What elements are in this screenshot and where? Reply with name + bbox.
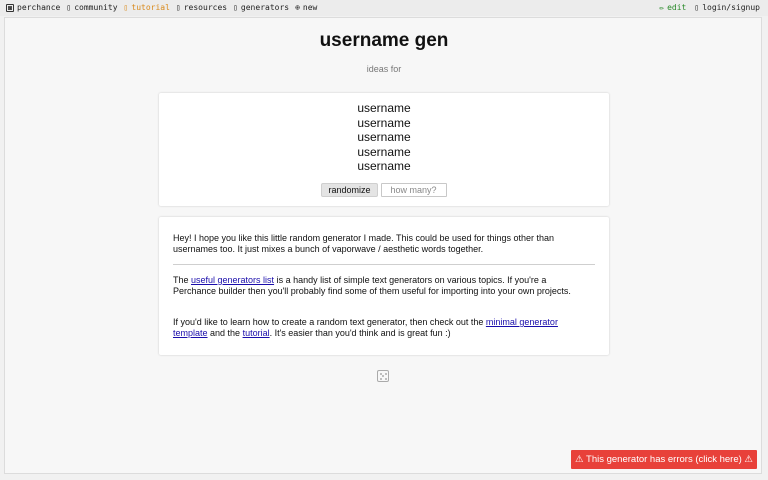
nav-left: perchance ▯ community ▯ tutorial ▯ resou… — [6, 0, 317, 16]
nav-edit-link[interactable]: ✏ edit — [659, 0, 686, 16]
toolbox-icon: ▯ — [175, 3, 181, 12]
how-many-input[interactable]: how many? — [380, 183, 447, 197]
page-subtitle: ideas for — [366, 64, 402, 74]
randomize-button[interactable]: randomize — [321, 183, 378, 197]
divider — [173, 264, 595, 265]
p3-text-start: If you'd like to learn how to create a r… — [173, 317, 486, 327]
tutorial-paragraph: If you'd like to learn how to create a r… — [173, 317, 583, 338]
page-title: username gen — [319, 30, 449, 51]
dice-icon — [6, 4, 14, 12]
p3-text-mid: and the — [207, 327, 243, 338]
intro-paragraph: Hey! I hope you like this little random … — [173, 233, 555, 254]
generator-controls: randomize how many? — [159, 183, 609, 197]
output-line: username — [357, 144, 411, 159]
nav-resources-link[interactable]: ▯ resources — [176, 0, 227, 16]
generator-card: username username username username user… — [159, 93, 609, 206]
dice-icon — [377, 370, 389, 382]
plus-circle-icon: ⊕ — [295, 3, 300, 12]
p3-text-end: . It's easier than you'd think and is gr… — [269, 327, 451, 338]
output-line: username — [357, 159, 411, 173]
pencil-icon: ✏ — [659, 3, 665, 12]
nav-brand-label: perchance — [17, 3, 61, 12]
output-line: username — [357, 101, 411, 115]
list-icon: ▯ — [233, 3, 238, 12]
nav-generators-label: generators — [240, 3, 290, 12]
output-line: username — [357, 130, 411, 144]
nav-tutorial-label: tutorial — [131, 3, 170, 12]
info-card: Hey! I hope you like this little random … — [159, 217, 609, 355]
nav-community-label: community — [74, 3, 118, 12]
nav-edit-label: edit — [667, 3, 687, 12]
nav-right: ✏ edit ▯ login/signup — [659, 0, 760, 16]
nav-brand-link[interactable]: perchance — [6, 0, 60, 16]
generator-output: username username username username user… — [159, 101, 609, 174]
useful-generators-paragraph: The useful generators list is a handy li… — [173, 275, 583, 296]
book-icon: ▯ — [123, 3, 129, 12]
p2-text-start: The — [173, 275, 192, 285]
nav-login-link[interactable]: ▯ login/signup — [694, 0, 760, 16]
nav-community-link[interactable]: ▯ community — [66, 0, 117, 16]
generator-errors-button[interactable]: ⚠ This generator has errors (click here)… — [571, 450, 757, 469]
output-line: username — [357, 115, 411, 130]
tutorial-link[interactable]: tutorial — [243, 328, 270, 338]
useful-generators-link[interactable]: useful generators list — [191, 275, 274, 285]
nav-new-link[interactable]: ⊕ new — [295, 0, 317, 16]
chat-icon: ▯ — [66, 3, 72, 12]
user-icon: ▯ — [694, 3, 700, 12]
nav-login-label: login/signup — [702, 3, 760, 12]
nav-generators-link[interactable]: ▯ generators — [233, 0, 289, 16]
top-navigation-bar: perchance ▯ community ▯ tutorial ▯ resou… — [0, 0, 768, 16]
nav-tutorial-link[interactable]: ▯ tutorial — [124, 0, 170, 16]
nav-new-label: new — [302, 3, 318, 12]
nav-resources-label: resources — [183, 3, 228, 12]
